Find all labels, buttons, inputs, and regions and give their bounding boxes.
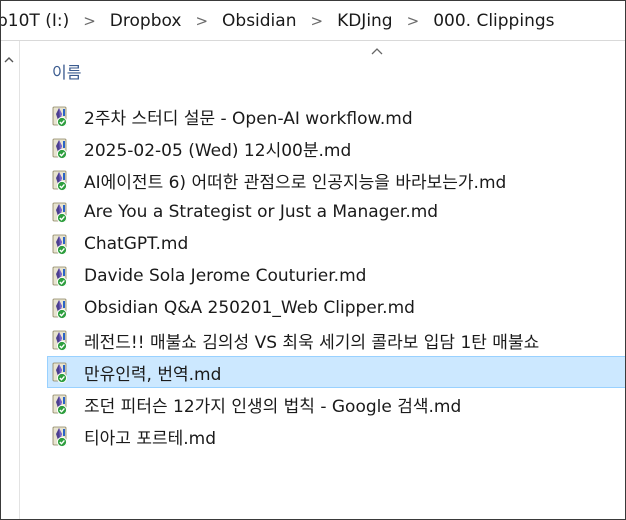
file-name: 2주차 스터디 설문 - Open-AI workflow.md (84, 108, 413, 129)
file-row[interactable]: Are You a Strategist or Just a Manager.m… (47, 196, 625, 228)
sync-file-icon (52, 202, 68, 224)
file-name: 만유인력, 번역.md (84, 364, 222, 385)
file-row[interactable]: 레전드!! 매불쇼 김의성 VS 최욱 세기의 콜라보 입담 1탄 매불쇼 (47, 324, 625, 356)
breadcrumb-separator[interactable]: > (300, 12, 333, 30)
sync-file-icon (52, 170, 68, 192)
sync-file-icon (52, 138, 68, 160)
sync-file-icon (52, 426, 68, 448)
file-row[interactable]: ChatGPT.md (47, 228, 625, 260)
file-name: 2025-02-05 (Wed) 12시00분.md (84, 140, 352, 161)
file-row[interactable]: AI에이전트 6) 어떠한 관점으로 인공지능을 바라보는가.md (47, 164, 625, 196)
breadcrumb-dropbox[interactable]: Dropbox (106, 11, 186, 31)
file-row[interactable]: Obsidian Q&A 250201_Web Clipper.md (47, 292, 625, 324)
breadcrumb[interactable]: p10T (I:) > Dropbox > Obsidian > KDJing … (1, 1, 625, 41)
file-name: Are You a Strategist or Just a Manager.m… (84, 202, 439, 222)
file-name: 레전드!! 매불쇼 김의성 VS 최욱 세기의 콜라보 입담 1탄 매불쇼 (84, 332, 540, 353)
file-name: ChatGPT.md (84, 234, 189, 254)
breadcrumb-clippings[interactable]: 000. Clippings (429, 11, 558, 31)
file-name: Obsidian Q&A 250201_Web Clipper.md (84, 298, 415, 318)
breadcrumb-separator[interactable]: > (73, 12, 106, 30)
navigation-pane[interactable] (1, 41, 20, 519)
breadcrumb-separator[interactable]: > (397, 12, 430, 30)
file-name: Davide Sola Jerome Couturier.md (84, 266, 367, 286)
breadcrumb-kdjing[interactable]: KDJing (333, 11, 397, 31)
chevron-up-icon[interactable] (3, 55, 15, 65)
sync-file-icon (52, 234, 68, 256)
file-row[interactable]: 티아고 포르테.md (47, 420, 625, 452)
breadcrumb-obsidian[interactable]: Obsidian (218, 11, 300, 31)
file-name: AI에이전트 6) 어떠한 관점으로 인공지능을 바라보는가.md (84, 172, 507, 193)
file-row[interactable]: 조던 피터슨 12가지 인생의 법칙 - Google 검색.md (47, 388, 625, 420)
sync-file-icon (52, 106, 68, 128)
file-name: 조던 피터슨 12가지 인생의 법칙 - Google 검색.md (84, 396, 462, 417)
sync-file-icon (52, 266, 68, 288)
sync-file-icon (52, 362, 68, 384)
file-explorer-window: p10T (I:) > Dropbox > Obsidian > KDJing … (0, 0, 626, 520)
file-row[interactable]: 2주차 스터디 설문 - Open-AI workflow.md (47, 100, 625, 132)
sync-file-icon (52, 394, 68, 416)
file-row[interactable]: Davide Sola Jerome Couturier.md (47, 260, 625, 292)
file-list-pane: 이름 2주차 스터디 설문 - Open-AI workflow.md 2025… (20, 41, 625, 519)
file-row[interactable]: 2025-02-05 (Wed) 12시00분.md (47, 132, 625, 164)
file-list: 2주차 스터디 설문 - Open-AI workflow.md 2025-02… (47, 100, 625, 452)
file-row[interactable]: 만유인력, 번역.md (47, 356, 625, 388)
breadcrumb-separator[interactable]: > (185, 12, 218, 30)
sort-ascending-icon[interactable] (370, 47, 384, 57)
file-name: 티아고 포르테.md (84, 428, 216, 449)
sync-file-icon (52, 330, 68, 352)
breadcrumb-drive[interactable]: p10T (I:) (1, 11, 73, 31)
name-column-header[interactable]: 이름 (52, 59, 81, 83)
sync-file-icon (52, 298, 68, 320)
